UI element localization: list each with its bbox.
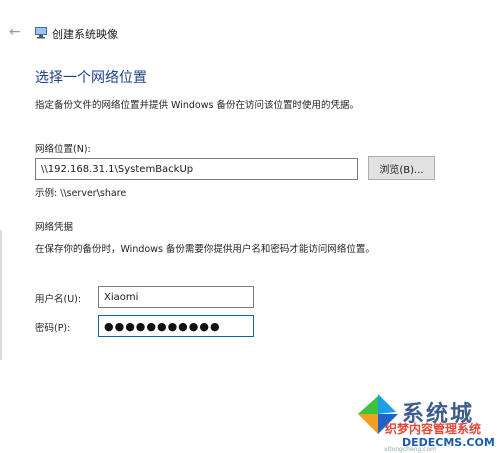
back-arrow-icon[interactable]: ← [9, 25, 23, 39]
password-input[interactable]: ●●●●●●●●●●● [98, 315, 254, 337]
credentials-section-title: 网络凭据 [35, 222, 74, 233]
window-title: 创建系统映像 [52, 28, 118, 41]
browse-button[interactable]: 浏览(B)... [368, 156, 435, 180]
system-image-icon [35, 27, 47, 39]
network-location-value: \\192.168.31.1\SystemBackUp [41, 163, 194, 175]
username-input[interactable]: Xiaomi [98, 286, 254, 308]
title-bar: ← 创建系统映像 [0, 0, 500, 62]
username-value: Xiaomi [104, 291, 139, 303]
page-description: 指定备份文件的网络位置并提供 Windows 备份在访问该位置时使用的凭据。 [35, 100, 359, 111]
network-location-example: 示例: \\server\share [35, 188, 127, 199]
credentials-description: 在保存你的备份时，Windows 备份需要你提供用户名和密码才能访问网络位置。 [35, 244, 375, 255]
password-value: ●●●●●●●●●●● [104, 319, 221, 333]
watermark-line1: 织梦内容管理系统 [385, 422, 482, 436]
network-location-label: 网络位置(N): [35, 144, 91, 155]
password-label: 密码(P): [35, 323, 71, 334]
left-edge-divider [0, 230, 2, 360]
username-label: 用户名(U): [35, 294, 82, 305]
page-heading: 选择一个网络位置 [35, 70, 147, 86]
network-location-input[interactable]: \\192.168.31.1\SystemBackUp [35, 158, 358, 180]
